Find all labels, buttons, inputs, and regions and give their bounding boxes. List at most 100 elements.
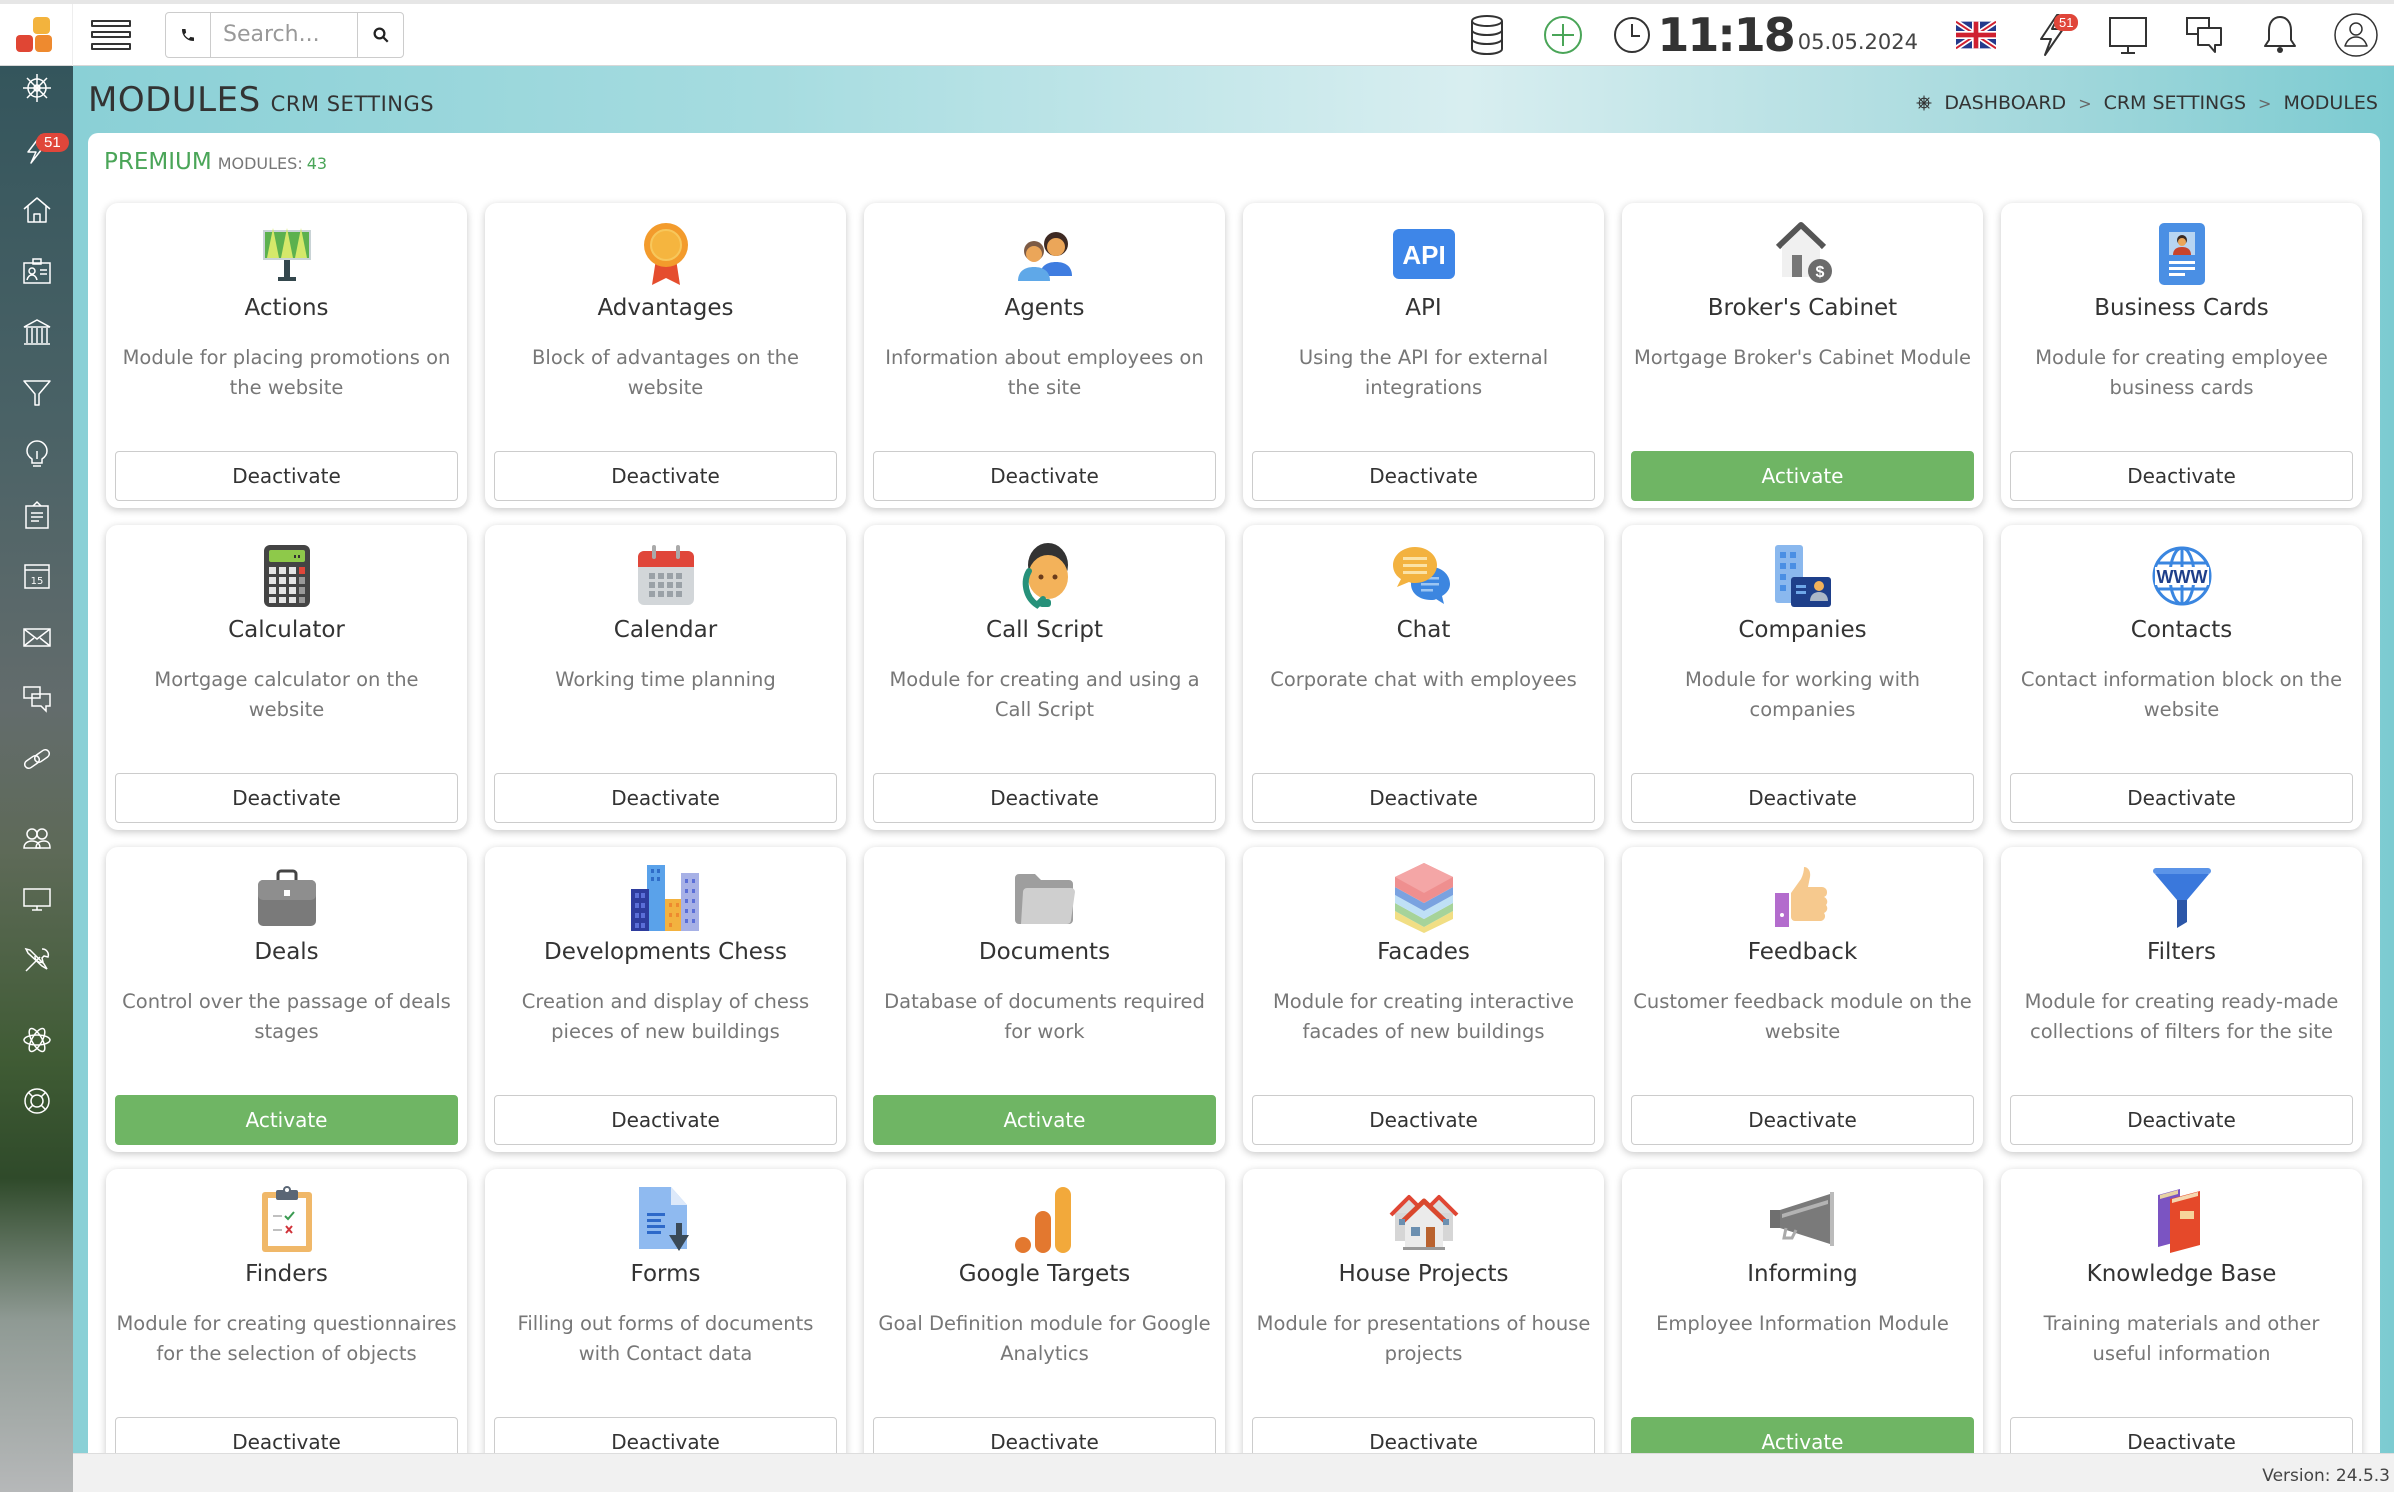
module-description: Creation and display of chess pieces of … xyxy=(521,990,810,1043)
deactivate-button-chat[interactable]: Deactivate xyxy=(1252,773,1595,823)
dashboard-wheel-icon xyxy=(22,74,51,102)
tools-icon xyxy=(24,947,49,972)
deactivate-button-facades[interactable]: Deactivate xyxy=(1252,1095,1595,1145)
breadcrumb-modules: MODULES xyxy=(2283,92,2378,114)
presentation-button[interactable] xyxy=(2090,4,2166,66)
module-card-knowledge-base: Knowledge Base Training materials and ot… xyxy=(2001,1169,2362,1453)
module-card-filters: Filters Module for creating ready-made c… xyxy=(2001,847,2362,1152)
sidebar-item-chat[interactable] xyxy=(0,676,73,720)
messages-button[interactable] xyxy=(2166,4,2242,66)
breadcrumb-dashboard[interactable]: DASHBOARD xyxy=(1944,92,2066,114)
menu-toggle-button[interactable] xyxy=(91,19,131,50)
thumbs-up-icon xyxy=(1768,863,1838,933)
sidebar-item-tasks[interactable] xyxy=(0,493,73,537)
user-avatar-icon xyxy=(2334,13,2378,57)
svg-text:WWW: WWW xyxy=(2156,567,2207,587)
sidebar-item-contacts[interactable] xyxy=(0,249,73,293)
module-title: Deals xyxy=(254,939,319,965)
www-globe-icon: WWW xyxy=(2147,541,2217,611)
sidebar-item-events[interactable]: 51 xyxy=(0,127,73,171)
phone-search-toggle[interactable] xyxy=(166,12,211,57)
activate-button-documents[interactable]: Activate xyxy=(873,1095,1216,1145)
svg-text:$: $ xyxy=(1815,264,1824,281)
module-grid: Actions Module for placing promotions on… xyxy=(106,203,2362,1453)
sidebar-item-settings[interactable] xyxy=(0,938,73,982)
page-subtitle: CRM SETTINGS xyxy=(270,92,435,116)
deactivate-button-agents[interactable]: Deactivate xyxy=(873,451,1216,501)
module-card-google-targets: Google Targets Goal Definition module fo… xyxy=(864,1169,1225,1453)
module-title: Companies xyxy=(1738,617,1867,643)
sidebar-item-integrations[interactable] xyxy=(0,1018,73,1062)
deactivate-button-contacts[interactable]: Deactivate xyxy=(2010,773,2353,823)
add-button[interactable] xyxy=(1525,4,1601,66)
page-title-main: MODULES xyxy=(88,80,261,120)
deactivate-button-api[interactable]: Deactivate xyxy=(1252,451,1595,501)
sidebar-item-dashboard[interactable] xyxy=(0,66,73,110)
clock-date: 05.05.2024 xyxy=(1797,30,1918,54)
sidebar-item-users[interactable] xyxy=(0,816,73,860)
deactivate-button-call-script[interactable]: Deactivate xyxy=(873,773,1216,823)
search-button[interactable] xyxy=(357,12,403,57)
language-selector[interactable] xyxy=(1938,4,2014,66)
module-description: Training materials and other useful info… xyxy=(2043,1312,2320,1365)
sidebar-item-links[interactable] xyxy=(0,737,73,781)
sidebar-item-calendar[interactable]: 15 xyxy=(0,554,73,598)
sidebar-item-ideas[interactable] xyxy=(0,432,73,476)
deactivate-button-developments-chess[interactable]: Deactivate xyxy=(494,1095,837,1145)
sidebar-item-support[interactable] xyxy=(0,1079,73,1123)
sidebar-item-bank[interactable] xyxy=(0,310,73,354)
activate-button-deals[interactable]: Activate xyxy=(115,1095,458,1145)
module-title: Business Cards xyxy=(2094,295,2269,321)
call-agent-icon xyxy=(1010,541,1080,611)
home-icon xyxy=(23,197,50,223)
deactivate-button-business-cards[interactable]: Deactivate xyxy=(2010,451,2353,501)
monitor-icon xyxy=(22,888,51,911)
plus-circle-icon xyxy=(1544,16,1583,54)
folder-icon xyxy=(1010,863,1080,933)
sidebar: 51 15 xyxy=(0,66,73,1492)
clock-icon xyxy=(1614,17,1651,53)
deactivate-button-advantages[interactable]: Deactivate xyxy=(494,451,837,501)
deactivate-button-filters[interactable]: Deactivate xyxy=(2010,1095,2353,1145)
module-card-house-projects: House Projects Module for presentations … xyxy=(1243,1169,1604,1453)
sidebar-item-home[interactable] xyxy=(0,188,73,232)
module-card-advantages: Advantages Block of advantages on the we… xyxy=(485,203,846,508)
deactivate-button-actions[interactable]: Deactivate xyxy=(115,451,458,501)
database-button[interactable] xyxy=(1449,4,1525,66)
deactivate-button-forms[interactable]: Deactivate xyxy=(494,1417,837,1453)
calculator-icon xyxy=(252,541,322,611)
badge-card-icon xyxy=(2147,219,2217,289)
deactivate-button-feedback[interactable]: Deactivate xyxy=(1631,1095,1974,1145)
module-title: Feedback xyxy=(1747,939,1858,965)
module-description: Module for creating and using a Call Scr… xyxy=(889,668,1200,721)
user-profile-button[interactable] xyxy=(2318,4,2394,66)
module-description: Module for creating questionnaires for t… xyxy=(116,1312,457,1365)
deactivate-button-calculator[interactable]: Deactivate xyxy=(115,773,458,823)
company-building-icon xyxy=(1768,541,1838,611)
deactivate-button-house-projects[interactable]: Deactivate xyxy=(1252,1417,1595,1453)
module-card-broker-s-cabinet: $ Broker's Cabinet Mortgage Broker's Cab… xyxy=(1622,203,1983,508)
sidebar-item-mail[interactable] xyxy=(0,615,73,659)
events-button[interactable]: 51 xyxy=(2014,4,2090,66)
buildings-icon xyxy=(630,863,701,933)
module-title: Broker's Cabinet xyxy=(1707,295,1898,321)
module-description: Module for presentations of house projec… xyxy=(1256,1312,1591,1365)
deactivate-button-calendar[interactable]: Deactivate xyxy=(494,773,837,823)
notifications-button[interactable] xyxy=(2242,4,2318,66)
activate-button-informing[interactable]: Activate xyxy=(1631,1417,1974,1453)
sidebar-item-display[interactable] xyxy=(0,877,73,921)
sidebar-item-funnel[interactable] xyxy=(0,371,73,415)
breadcrumb-crm-settings[interactable]: CRM SETTINGS xyxy=(2104,92,2246,114)
plan-summary: PREMIUM MODULES: 43 xyxy=(104,149,327,175)
deactivate-button-knowledge-base[interactable]: Deactivate xyxy=(2010,1417,2353,1453)
database-icon xyxy=(1471,15,1504,56)
activate-button-broker-s-cabinet[interactable]: Activate xyxy=(1631,451,1974,501)
deactivate-button-google-targets[interactable]: Deactivate xyxy=(873,1417,1216,1453)
deactivate-button-finders[interactable]: Deactivate xyxy=(115,1417,458,1453)
module-description: Module for creating interactive facades … xyxy=(1272,990,1575,1043)
search-input[interactable] xyxy=(211,12,357,57)
search-icon xyxy=(373,27,389,43)
module-title: Finders xyxy=(245,1261,328,1287)
logo[interactable] xyxy=(0,3,73,66)
deactivate-button-companies[interactable]: Deactivate xyxy=(1631,773,1974,823)
